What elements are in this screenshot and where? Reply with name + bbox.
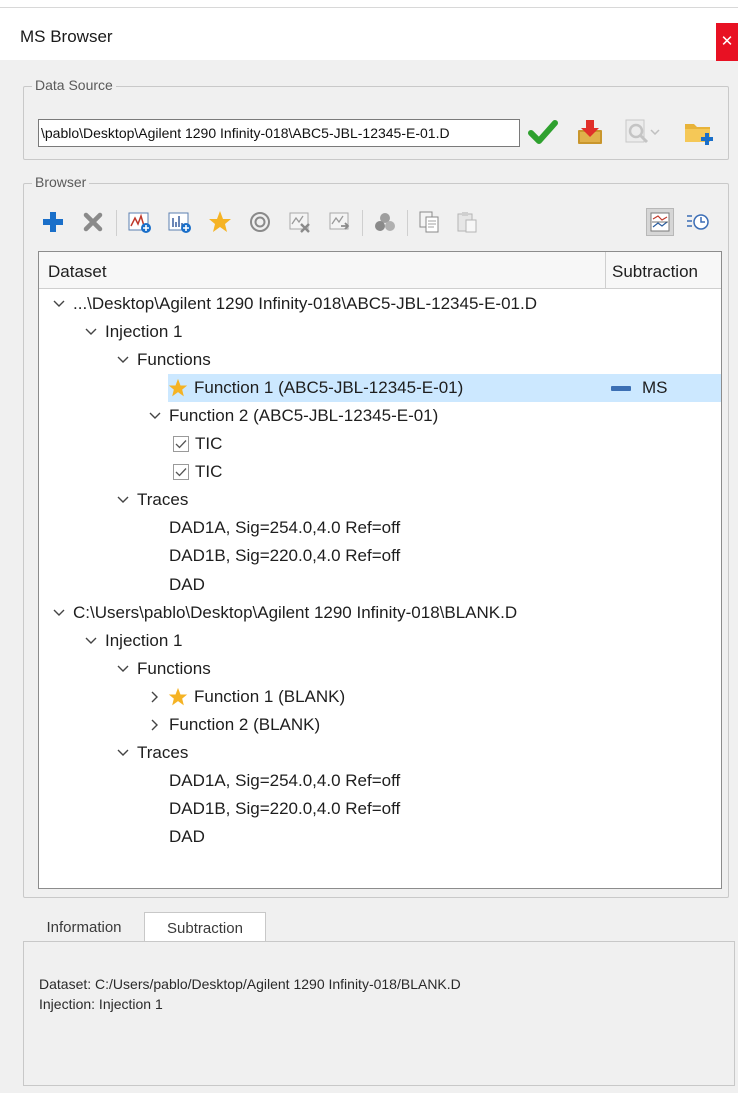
checkmark-icon[interactable] — [526, 115, 560, 149]
tree-row-label: ...\Desktop\Agilent 1290 Infinity-018\AB… — [73, 294, 537, 313]
remove-chart-icon[interactable] — [286, 208, 314, 236]
tree-row-label: DAD — [169, 826, 205, 846]
tree-row[interactable]: Traces — [39, 739, 721, 767]
tree-row[interactable]: Functions — [39, 655, 721, 683]
information-pane: Dataset: C:/Users/pablo/Desktop/Agilent … — [23, 941, 735, 1086]
subtraction-value: MS — [642, 378, 668, 398]
top-edge — [0, 0, 738, 8]
import-icon[interactable] — [573, 115, 607, 149]
chevron-down-icon[interactable] — [115, 655, 131, 683]
chevron-right-icon[interactable] — [147, 683, 163, 711]
chevron-down-icon[interactable] — [51, 290, 67, 318]
chevron-right-icon[interactable] — [147, 711, 163, 739]
chevron-down-icon[interactable] — [83, 627, 99, 655]
tree-row[interactable]: DAD — [39, 823, 721, 851]
tree-row[interactable]: ...\Desktop\Agilent 1290 Infinity-018\AB… — [39, 290, 721, 318]
info-dataset: Dataset: C:/Users/pablo/Desktop/Agilent … — [39, 976, 461, 992]
window-title: MS Browser — [20, 27, 113, 46]
chevron-down-icon[interactable] — [51, 599, 67, 627]
tree-row-label: Traces — [137, 490, 189, 510]
info-injection: Injection: Injection 1 — [39, 996, 163, 1012]
tree-row[interactable]: DAD1A, Sig=254.0,4.0 Ref=off — [39, 767, 721, 795]
tree-row[interactable]: Injection 1 — [39, 318, 721, 346]
tree-row[interactable]: TIC — [39, 458, 721, 486]
chevron-down-icon[interactable] — [147, 402, 163, 430]
add-icon[interactable] — [39, 208, 67, 236]
add-spectrum-icon[interactable] — [166, 208, 194, 236]
dropdown-arrow-icon[interactable] — [648, 115, 662, 149]
tree-row[interactable]: DAD1B, Sig=220.0,4.0 Ref=off — [39, 542, 721, 570]
add-folder-icon[interactable] — [682, 115, 716, 149]
tree-row-label: Function 1 (ABC5-JBL-12345-E-01) — [194, 378, 464, 398]
tree-row-label: Function 2 (BLANK) — [169, 714, 321, 734]
tree-row-label: Injection 1 — [105, 630, 183, 650]
tree-row-label: DAD1B, Sig=220.0,4.0 Ref=off — [169, 546, 401, 566]
tree-row-label: DAD1A, Sig=254.0,4.0 Ref=off — [169, 518, 401, 538]
tree-row[interactable]: Injection 1 — [39, 627, 721, 655]
star-icon — [168, 378, 188, 398]
chevron-down-icon[interactable] — [115, 346, 131, 374]
paste-icon[interactable] — [453, 208, 481, 236]
data-source-label: Data Source — [32, 77, 116, 93]
add-chromatogram-icon[interactable] — [126, 208, 154, 236]
tree-row-label: Function 1 (BLANK) — [194, 686, 346, 706]
checkbox-checked[interactable] — [173, 464, 189, 481]
tree-row-label: Function 2 (ABC5-JBL-12345-E-01) — [169, 406, 439, 426]
tree-row-label: Functions — [137, 658, 211, 678]
chevron-down-icon[interactable] — [115, 486, 131, 514]
chevron-down-icon[interactable] — [115, 739, 131, 767]
checkbox-checked[interactable] — [173, 436, 189, 453]
browser-group: Browser Dataset Subtraction ...\Desktop\… — [23, 174, 729, 898]
copy-icon[interactable] — [415, 208, 443, 236]
star-icon — [168, 687, 188, 707]
tree-row-label: TIC — [195, 462, 223, 482]
tree-row-label: DAD1B, Sig=220.0,4.0 Ref=off — [169, 798, 401, 818]
tree-row[interactable]: DAD1B, Sig=220.0,4.0 Ref=off — [39, 795, 721, 823]
tree-row[interactable]: Function 1 (BLANK) — [39, 683, 721, 711]
title-bar: MS Browser ✕ — [0, 8, 738, 61]
tab-subtraction[interactable]: Subtraction — [144, 912, 266, 943]
column-header-subtraction[interactable]: Subtraction — [612, 262, 698, 282]
group-icon[interactable] — [371, 208, 399, 236]
tree-row-label: Functions — [137, 350, 211, 370]
close-button[interactable]: ✕ — [716, 23, 738, 61]
tree-row-label: DAD1A, Sig=254.0,4.0 Ref=off — [169, 770, 401, 790]
browser-label: Browser — [32, 174, 90, 190]
star-icon[interactable] — [206, 208, 234, 236]
data-source-group: Data Source \pablo\Desktop\Agilent 1290 … — [23, 77, 729, 160]
tree-row-label: Traces — [137, 742, 189, 762]
dataset-tree[interactable]: Dataset Subtraction ...\Desktop\Agilent … — [38, 251, 722, 889]
subtraction-indicator-icon — [611, 386, 631, 392]
tree-row[interactable]: C:\Users\pablo\Desktop\Agilent 1290 Infi… — [39, 599, 721, 627]
tree-header: Dataset Subtraction — [39, 252, 721, 289]
chevron-down-icon[interactable] — [83, 318, 99, 346]
subtraction-view-icon[interactable] — [646, 208, 674, 236]
tree-row[interactable]: Function 2 (BLANK) — [39, 711, 721, 739]
tree-row-label: TIC — [195, 434, 223, 454]
tree-row[interactable]: DAD1A, Sig=254.0,4.0 Ref=off — [39, 514, 721, 542]
tree-row[interactable]: Function 1 (ABC5-JBL-12345-E-01) MS — [39, 374, 721, 403]
tree-row[interactable]: DAD — [39, 571, 721, 599]
chart-export-icon[interactable] — [326, 208, 354, 236]
target-icon[interactable] — [246, 208, 274, 236]
tree-row[interactable]: TIC — [39, 430, 721, 458]
tree-row[interactable]: Functions — [39, 346, 721, 374]
tree-row-label: C:\Users\pablo\Desktop\Agilent 1290 Infi… — [73, 602, 518, 622]
tree-row[interactable]: Function 2 (ABC5-JBL-12345-E-01) — [39, 402, 721, 430]
time-sort-icon[interactable] — [684, 208, 712, 236]
tree-row-label: Injection 1 — [105, 322, 183, 342]
column-header-dataset[interactable]: Dataset — [48, 262, 107, 282]
tree-row[interactable]: Traces — [39, 486, 721, 514]
data-source-path-input[interactable]: \pablo\Desktop\Agilent 1290 Infinity-018… — [38, 119, 520, 147]
tab-information[interactable]: Information — [29, 912, 139, 943]
tab-bar: Information Subtraction — [23, 912, 735, 943]
remove-icon[interactable] — [79, 208, 107, 236]
tree-row-label: DAD — [169, 574, 205, 594]
